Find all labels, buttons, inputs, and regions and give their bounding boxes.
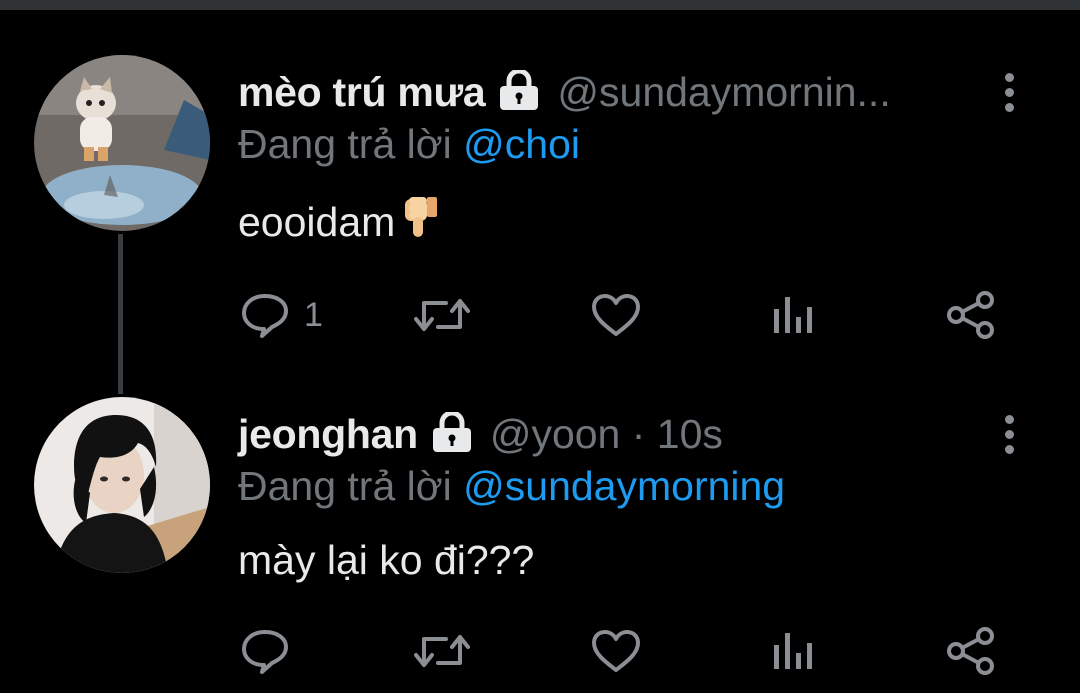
reply-button[interactable]: 1 bbox=[240, 287, 323, 343]
display-name[interactable]: mèo trú mưa bbox=[238, 69, 486, 116]
replying-to-mention[interactable]: @sundaymorning bbox=[463, 463, 785, 509]
replying-to-line: Đang trả lời @choi bbox=[238, 121, 580, 168]
retweet-button[interactable] bbox=[412, 287, 472, 343]
avatar-kitten[interactable] bbox=[34, 55, 210, 231]
username-handle-and-time[interactable]: @yoon · 10s bbox=[490, 411, 723, 458]
replying-prefix: Đang trả lời bbox=[238, 121, 452, 167]
lock-icon bbox=[497, 68, 541, 115]
more-options-icon[interactable] bbox=[996, 67, 1022, 117]
like-button[interactable] bbox=[590, 287, 642, 343]
reply-button[interactable] bbox=[240, 623, 290, 679]
replying-prefix: Đang trả lời bbox=[238, 463, 452, 509]
reply-icon bbox=[242, 294, 288, 338]
share-button[interactable] bbox=[944, 287, 998, 343]
tweet-text: eooidam bbox=[238, 195, 439, 249]
retweet-icon bbox=[414, 635, 470, 667]
display-name[interactable]: jeonghan bbox=[238, 411, 418, 458]
more-options-icon[interactable] bbox=[996, 409, 1022, 459]
lock-icon bbox=[430, 410, 474, 457]
retweet-icon bbox=[414, 299, 470, 331]
top-divider bbox=[0, 0, 1080, 10]
views-button[interactable] bbox=[770, 287, 816, 343]
share-button[interactable] bbox=[944, 623, 998, 679]
replying-to-mention[interactable]: @choi bbox=[463, 121, 580, 167]
replying-to-line: Đang trả lời @sundaymorning bbox=[238, 463, 785, 510]
tweet-text-content: eooidam bbox=[238, 198, 396, 245]
tweet-1[interactable]: mèo trú mưa @sundaymornin... Đang trả lờ… bbox=[0, 55, 1080, 355]
tweet-text-content: mày lại ko đi??? bbox=[238, 537, 535, 583]
tweet-text: mày lại ko đi??? bbox=[238, 537, 534, 584]
views-bar-chart-icon bbox=[774, 297, 812, 333]
share-icon bbox=[947, 627, 994, 675]
tweet-2[interactable]: jeonghan @yoon · 10s Đang trả lời @sunda… bbox=[0, 397, 1080, 693]
thumbs-down-emoji-icon bbox=[403, 195, 439, 249]
like-button[interactable] bbox=[590, 623, 642, 679]
views-bar-chart-icon bbox=[774, 633, 812, 669]
avatar-jeonghan[interactable] bbox=[34, 397, 210, 573]
reply-count: 1 bbox=[304, 295, 323, 334]
heart-icon bbox=[592, 294, 640, 336]
reply-icon bbox=[242, 630, 288, 674]
views-button[interactable] bbox=[770, 623, 816, 679]
username-handle[interactable]: @sundaymornin... bbox=[557, 69, 937, 116]
share-icon bbox=[947, 291, 994, 339]
heart-icon bbox=[592, 630, 640, 672]
retweet-button[interactable] bbox=[412, 623, 472, 679]
